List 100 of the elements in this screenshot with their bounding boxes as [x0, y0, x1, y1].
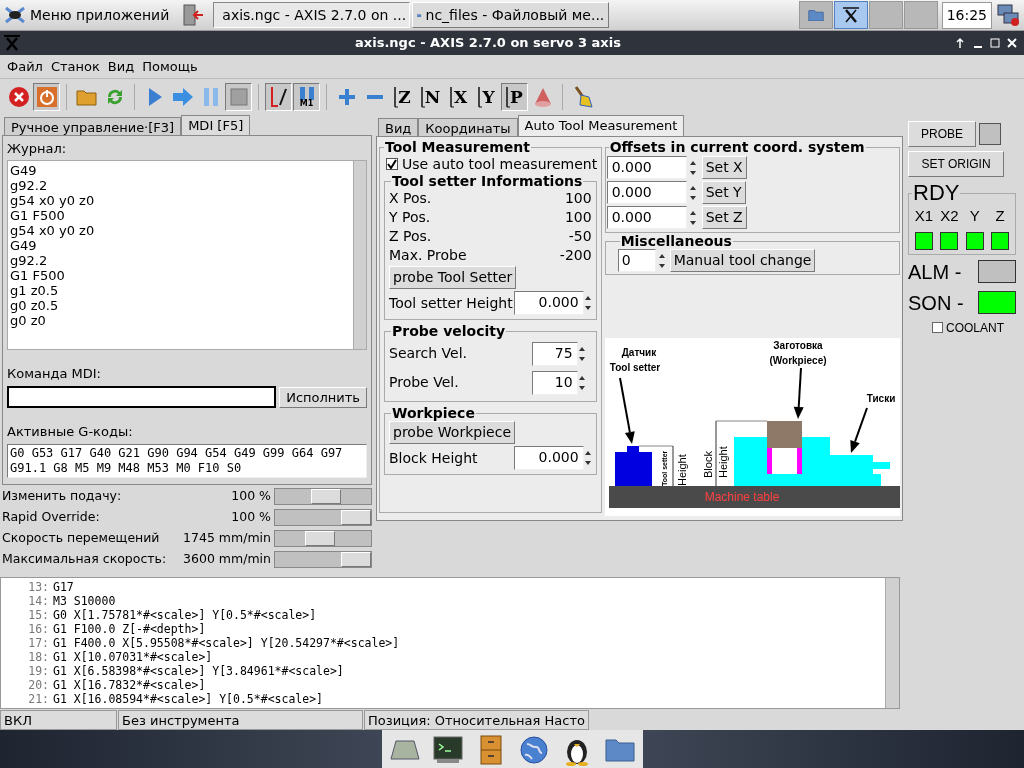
history-line[interactable]: g0 z0.5: [10, 297, 351, 313]
set-origin-button[interactable]: SET ORIGIN: [908, 151, 1004, 177]
tab[interactable]: MDI [F5]: [181, 115, 251, 135]
manual-tool-change-button[interactable]: Manual tool change: [669, 249, 816, 272]
offset-field[interactable]: 0.000: [606, 156, 687, 179]
workspace-cell[interactable]: [798, 1, 833, 29]
slider-thumb[interactable]: [311, 489, 342, 504]
menu-item[interactable]: Файл: [3, 56, 47, 77]
execute-button[interactable]: Исполнить: [279, 386, 367, 408]
axis-label: X2: [940, 206, 959, 226]
code-line: G1 X[10.07031*#<scale>]: [53, 650, 213, 664]
offset-field[interactable]: 0.000: [606, 181, 687, 204]
probe-workpiece-button[interactable]: probe Workpiece: [389, 421, 515, 444]
slider-track[interactable]: [274, 551, 372, 568]
spin-arrows-icon[interactable]: [583, 449, 592, 467]
optional-stop-icon[interactable]: M1: [293, 83, 320, 111]
override-label: Скорость перемещений: [2, 529, 161, 548]
info-value: -200: [559, 246, 592, 265]
history-line[interactable]: g0 z0: [10, 312, 351, 328]
history-line[interactable]: g92.2: [10, 252, 351, 268]
tab[interactable]: Auto Tool Measurement: [517, 115, 685, 136]
diagram-label: Block: [701, 451, 714, 478]
diagram-label: Tool setter: [609, 362, 660, 373]
history-label: Журнал:: [7, 140, 68, 158]
probe-button[interactable]: PROBE: [908, 121, 976, 147]
task-button[interactable]: axis.ngc - AXIS 2.7.0 on ...: [213, 2, 411, 28]
code-line: G1 F400.0 X[5.95508*#<scale>] Y[20.54297*#<scale>]: [53, 636, 400, 650]
arrow: [618, 377, 635, 444]
diagram-label: Machine table: [704, 490, 779, 504]
history-line[interactable]: G49: [10, 237, 351, 253]
probe-tool-setter-button[interactable]: probe Tool Setter: [389, 266, 517, 289]
offset-field[interactable]: 0.000: [606, 206, 687, 229]
axis-label: Y: [969, 206, 980, 226]
slider-track[interactable]: [274, 509, 372, 526]
checkbox[interactable]: [386, 158, 398, 170]
history-line[interactable]: g1 z0.5: [10, 282, 351, 298]
history-line[interactable]: G49: [10, 162, 351, 178]
history-line[interactable]: G1 F500: [10, 207, 351, 223]
app-menu-button[interactable]: Меню приложений: [0, 0, 174, 30]
info-value: -50: [568, 227, 592, 246]
info-label: X Pos.: [389, 189, 432, 208]
slider-thumb[interactable]: [341, 552, 371, 567]
status-cell: ВКЛ: [0, 710, 117, 730]
code-line: G1 X[6.58398*#<scale>] Y[3.84961*#<scale>]: [53, 664, 344, 678]
info-value: 100: [564, 208, 592, 227]
velocity-field[interactable]: 75: [531, 341, 578, 366]
window-controls-icon[interactable]: [956, 36, 1020, 50]
history-line[interactable]: g54 x0 y0 z0: [10, 192, 351, 208]
checkbox[interactable]: [932, 322, 943, 333]
height-field[interactable]: 0.000: [513, 291, 584, 315]
dimension-line: [638, 445, 674, 487]
line-number: 20:: [27, 678, 50, 692]
scrollbar[interactable]: [885, 578, 899, 708]
line-number: 21:: [27, 692, 50, 706]
axis-label: Z: [995, 206, 1005, 226]
scrollbar[interactable]: [353, 160, 366, 349]
workspace-cell[interactable]: [903, 1, 938, 29]
slider-track[interactable]: [274, 530, 372, 547]
tool-setter-block: [614, 446, 652, 486]
mdi-command-field[interactable]: [7, 386, 277, 408]
power-icon[interactable]: [33, 83, 60, 111]
axis-label: X1: [914, 206, 934, 226]
history-line[interactable]: g54 x0 y0 z0: [10, 222, 351, 238]
menu-item[interactable]: Помощь: [138, 56, 202, 77]
menu-item[interactable]: Вид: [103, 56, 139, 77]
workspace-cell[interactable]: [868, 1, 903, 29]
toolpath-icon[interactable]: [265, 83, 292, 111]
arrow: [793, 367, 804, 419]
history-line[interactable]: G1 F500: [10, 267, 351, 283]
tab[interactable]: Вид: [378, 118, 419, 136]
tab[interactable]: Координаты: [418, 118, 518, 136]
set-axis-button[interactable]: Set X: [701, 156, 747, 179]
view-icon[interactable]: P: [501, 83, 528, 111]
slider-thumb[interactable]: [304, 531, 335, 546]
group-title: Workpiece: [391, 405, 476, 421]
tool-number-field[interactable]: 0: [617, 249, 656, 272]
window-title: axis.ngc - AXIS 2.7.0 on servo 3 axis: [354, 34, 622, 53]
override-reading: 100 %: [231, 487, 272, 506]
slider-track[interactable]: [274, 488, 372, 505]
spin-arrows-icon[interactable]: [583, 294, 592, 312]
menu-item[interactable]: Станок: [46, 56, 104, 77]
checkbox-label: COOLANT: [946, 319, 1004, 337]
history-line[interactable]: g92.2: [10, 177, 351, 193]
network-icon[interactable]: [996, 3, 1020, 27]
diagram-label: (Workpiece): [769, 355, 827, 366]
square-icon[interactable]: [225, 83, 252, 111]
slider-thumb[interactable]: [341, 510, 371, 525]
group-title: Tool setter Informations: [391, 173, 584, 189]
set-axis-button[interactable]: Set Y: [701, 181, 746, 204]
velocity-field[interactable]: 10: [531, 370, 578, 395]
group-title: Probe velocity: [391, 323, 507, 339]
signal-label: ALM -: [908, 259, 962, 285]
workspace-cell[interactable]: [833, 1, 868, 29]
logout-icon[interactable]: [181, 3, 206, 27]
field-label: Probe Vel.: [389, 373, 460, 392]
tab[interactable]: Ручное управление·[F3]: [4, 117, 182, 135]
set-axis-button[interactable]: Set Z: [701, 206, 747, 229]
height-field[interactable]: 0.000: [513, 446, 584, 470]
group-title: Offsets in current coord. system: [608, 139, 866, 155]
task-button[interactable]: nc_files - Файловый ме...: [412, 2, 610, 28]
